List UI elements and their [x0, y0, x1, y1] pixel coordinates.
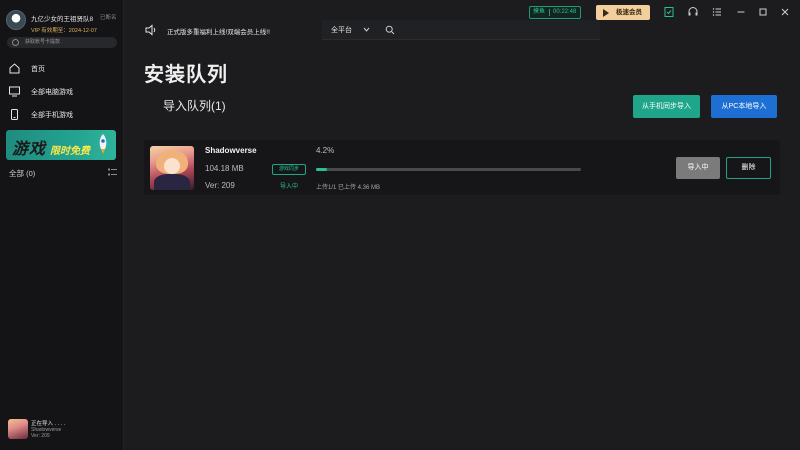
- checklist-icon[interactable]: [662, 5, 676, 19]
- headset-icon[interactable]: [686, 5, 700, 19]
- banner-sub-text: 限时免费: [50, 146, 90, 157]
- phone-icon: [11, 109, 18, 120]
- user-name: 九亿少女的王祖贤队8: [31, 16, 94, 23]
- task-thumbnail: [8, 419, 28, 439]
- rocket-icon: [99, 134, 107, 154]
- list-view-icon[interactable]: [108, 168, 117, 177]
- fast-member-button[interactable]: 极速会员: [596, 5, 650, 20]
- sidebar-item-label: 全部电脑游戏: [31, 89, 73, 96]
- import-task-card: Shadowverse 104.18 MB Ver: 209 游戏同步 导入中 …: [144, 140, 780, 195]
- free-games-banner[interactable]: 游戏 限时免费: [6, 130, 116, 160]
- play-icon: [603, 9, 609, 17]
- maximize-icon[interactable]: [756, 5, 770, 19]
- all-games-count[interactable]: 全部 (0): [9, 168, 35, 179]
- accelerator-timer[interactable]: 摸鱼 00:22:48: [529, 6, 581, 19]
- game-thumbnail: [150, 146, 194, 190]
- monitor-icon: [9, 86, 20, 97]
- divider: [549, 9, 550, 16]
- account-card-label: 获取账号卡提款: [25, 39, 61, 45]
- menu-icon[interactable]: [710, 5, 724, 19]
- search-icon[interactable]: [385, 25, 395, 35]
- sidebar-item-pc-games[interactable]: 全部电脑游戏: [6, 83, 118, 101]
- delete-button[interactable]: 删除: [726, 157, 771, 179]
- fast-member-label: 极速会员: [616, 9, 642, 16]
- current-task-version: Ver: 209: [31, 433, 50, 439]
- avatar[interactable]: [6, 10, 26, 30]
- queue-title: 导入队列(1): [163, 99, 226, 113]
- sync-from-phone-button[interactable]: 从手机同步导入: [633, 95, 700, 118]
- announcement-text[interactable]: 正式版多重福利上线!双端会员上线!!: [167, 26, 270, 36]
- progress-bar: [316, 168, 581, 171]
- state-tag: 导入中: [279, 184, 298, 190]
- chevron-down-icon[interactable]: [363, 26, 370, 33]
- game-version: Ver: 209: [205, 181, 235, 190]
- account-icon: [12, 39, 19, 46]
- progress-detail: 上传1/1 已上传 4.36 MB: [316, 185, 381, 191]
- sync-tag: 游戏同步: [272, 164, 306, 175]
- accelerator-label: 摸鱼: [533, 9, 546, 15]
- current-task-panel[interactable]: 正在导入 . . . . Shadowverse Ver: 209: [8, 418, 120, 444]
- import-from-pc-button[interactable]: 从PC本地导入: [711, 95, 777, 118]
- importing-button[interactable]: 导入中: [676, 157, 720, 179]
- sidebar-item-mobile-games[interactable]: 全部手机游戏: [6, 106, 118, 124]
- vip-expiry: VIP 有效期至：2024-12-07: [31, 28, 97, 34]
- home-icon: [9, 63, 20, 74]
- platform-select[interactable]: 全平台: [331, 25, 352, 35]
- page-title: 安装队列: [144, 64, 228, 86]
- search-bar[interactable]: 全平台: [322, 20, 600, 40]
- sidebar-item-label: 全部手机游戏: [31, 112, 73, 119]
- user-panel: 九亿少女的王祖贤队8 已断名 VIP 有效期至：2024-12-07 获取账号卡…: [6, 8, 120, 50]
- speaker-icon: [145, 24, 156, 36]
- banner-main-text: 游戏: [12, 141, 47, 158]
- user-status: 已断名: [100, 15, 117, 21]
- thumb-art: [154, 174, 190, 190]
- close-icon[interactable]: [778, 5, 792, 19]
- sidebar-item-home[interactable]: 首页: [6, 60, 118, 78]
- sidebar-item-label: 首页: [31, 66, 45, 73]
- thumb-art: [164, 158, 180, 174]
- progress-fill: [316, 168, 328, 171]
- progress-percent: 4.2%: [316, 146, 335, 155]
- account-card-button[interactable]: 获取账号卡提款: [7, 37, 117, 48]
- minimize-icon[interactable]: [734, 5, 748, 19]
- game-size: 104.18 MB: [205, 164, 244, 173]
- current-task-status: 正在导入 . . . .: [31, 421, 66, 427]
- game-name: Shadowverse: [205, 146, 257, 155]
- accelerator-time: 00:22:48: [553, 9, 577, 15]
- sidebar: 九亿少女的王祖贤队8 已断名 VIP 有效期至：2024-12-07 获取账号卡…: [0, 0, 124, 450]
